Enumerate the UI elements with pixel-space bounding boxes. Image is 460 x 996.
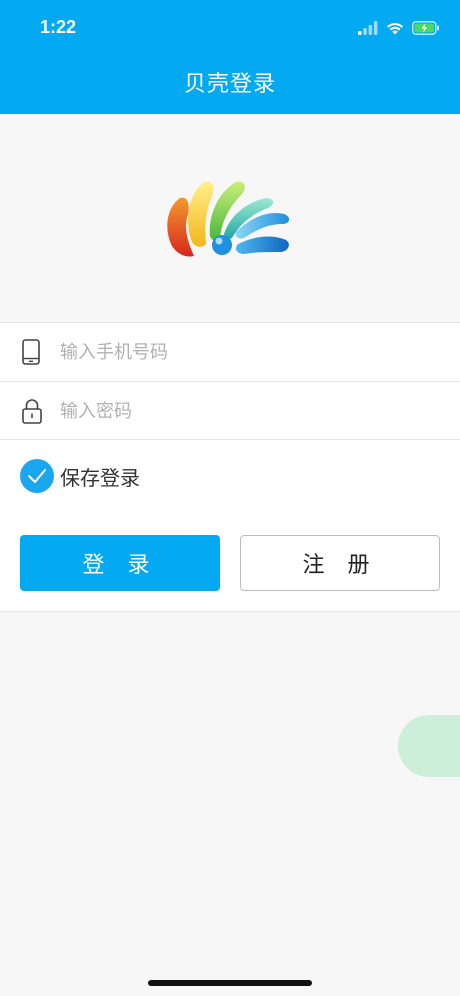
status-icons	[358, 19, 440, 37]
login-form	[0, 322, 460, 440]
lock-icon	[22, 399, 42, 424]
floating-assistive-button[interactable]	[398, 715, 460, 777]
page-title: 贝壳登录	[183, 72, 276, 97]
save-login-toggle[interactable]: 保存登录	[20, 459, 140, 493]
wifi-icon	[387, 22, 403, 35]
save-login-label: 保存登录	[60, 465, 140, 490]
actions-panel: 保存登录 登 录 注 册	[0, 440, 460, 612]
battery-charging-icon	[412, 21, 439, 35]
status-bar: 1:22	[0, 0, 460, 56]
login-button[interactable]: 登 录	[20, 535, 220, 591]
header-bar: 1:22 贝壳登录	[0, 0, 460, 114]
phone-row	[0, 323, 460, 381]
register-button[interactable]: 注 册	[240, 535, 440, 591]
status-time: 1:22	[40, 17, 77, 37]
home-indicator	[148, 980, 312, 986]
app-logo	[167, 181, 290, 257]
password-input[interactable]	[60, 394, 430, 428]
phone-icon	[22, 339, 40, 365]
phone-input[interactable]	[60, 335, 430, 369]
checkmark-icon	[28, 469, 46, 483]
password-row	[0, 382, 460, 440]
signal-icon	[358, 21, 378, 35]
save-login-checkbox[interactable]	[20, 459, 54, 493]
